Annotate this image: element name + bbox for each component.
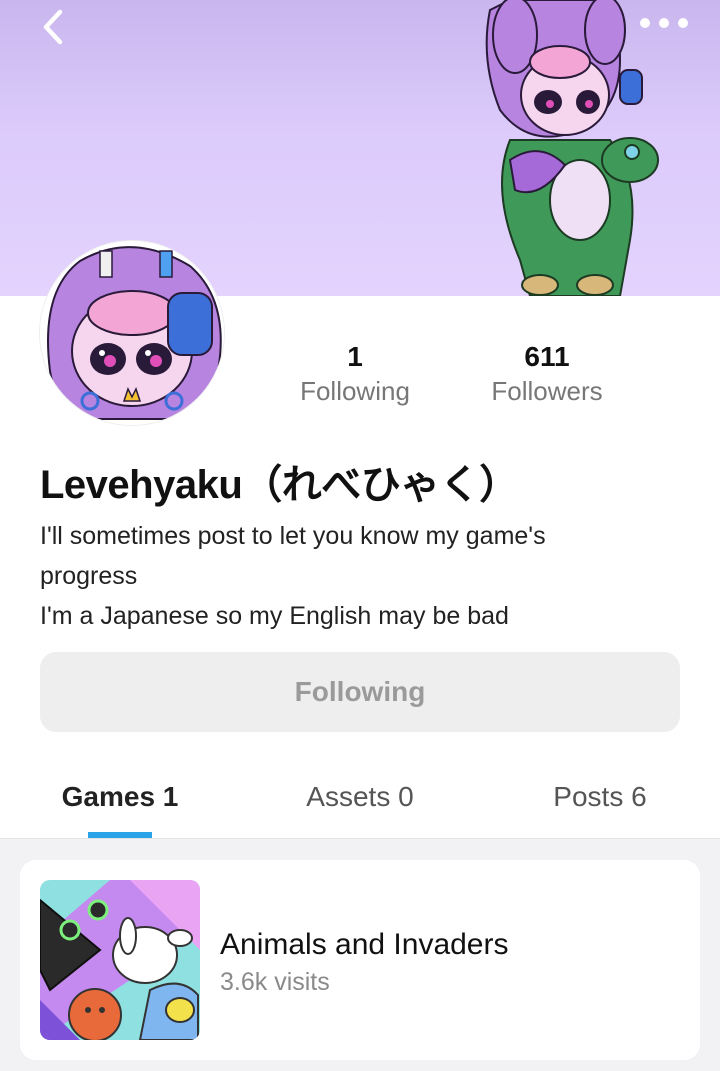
avatar[interactable] <box>40 241 224 425</box>
following-label: Following <box>300 376 410 406</box>
followers-stat[interactable]: 611 Followers <box>470 340 624 408</box>
bio: I'll sometimes post to let you know my g… <box>40 516 680 636</box>
following-count: 1 <box>347 341 363 372</box>
back-button[interactable] <box>30 4 76 50</box>
following-stat[interactable]: 1 Following <box>284 340 426 408</box>
bio-line: I'm a Japanese so my English may be bad <box>40 602 509 630</box>
followers-label: Followers <box>491 376 603 406</box>
game-card[interactable]: Animals and Invaders 3.6k visits <box>20 860 700 1060</box>
avatar-image <box>40 241 224 425</box>
game-visits: 3.6k visits <box>220 968 330 996</box>
username: Levehyaku（れべひゃく） <box>40 463 519 507</box>
active-tab-indicator <box>88 832 152 838</box>
tab-posts[interactable]: Posts 6 <box>520 772 680 822</box>
game-thumbnail-image <box>40 880 200 1040</box>
bio-line: progress <box>40 562 138 590</box>
bio-line: I'll sometimes post to let you know my g… <box>40 522 546 550</box>
profile-section: 1 Following 611 Followers Levehyaku（れべひゃ… <box>0 241 720 839</box>
banner-character-art <box>485 0 659 296</box>
following-button[interactable]: Following <box>40 652 680 732</box>
chevron-left-icon <box>43 9 63 45</box>
profile-tabs: Games 1 Assets 0 Posts 6 <box>0 766 720 839</box>
game-thumbnail <box>40 880 200 1040</box>
followers-count: 611 <box>524 341 570 372</box>
game-title: Animals and Invaders <box>220 928 509 961</box>
tab-games[interactable]: Games 1 <box>40 772 200 822</box>
tab-assets[interactable]: Assets 0 <box>270 772 450 822</box>
